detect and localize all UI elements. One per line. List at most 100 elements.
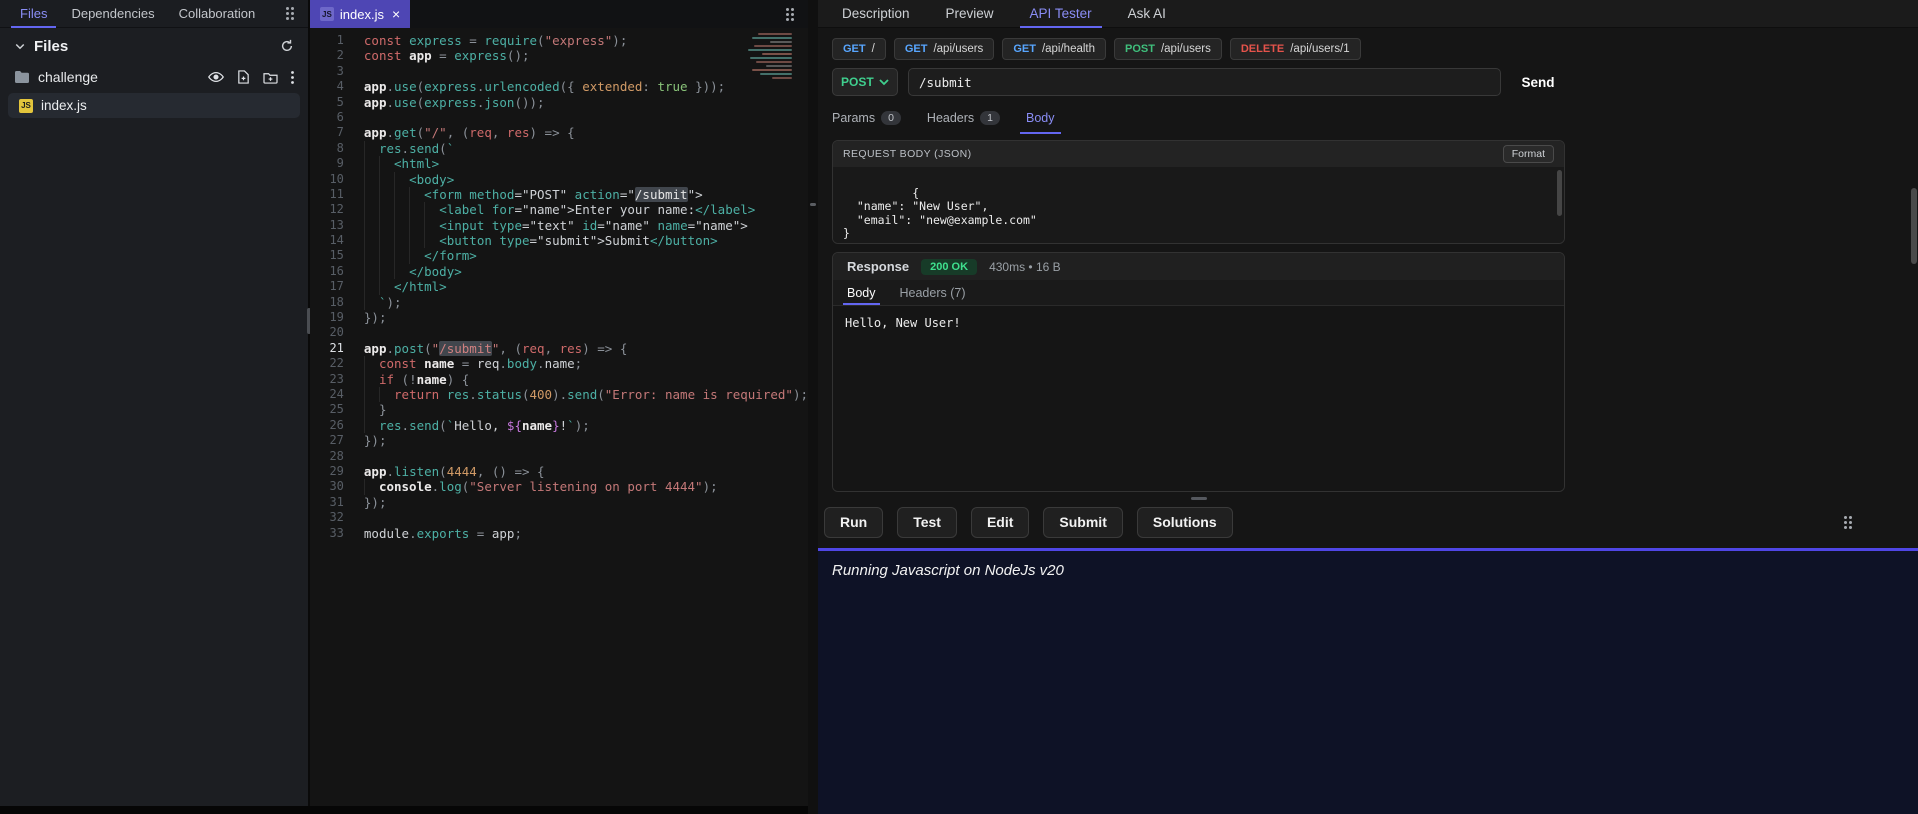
request-body-panel: REQUEST BODY (JSON) Format { "name": "Ne… (832, 140, 1565, 244)
endpoint-chip-get-[interactable]: GET / (832, 38, 886, 60)
code-line[interactable]: 27}); (310, 433, 808, 448)
request-tab-headers[interactable]: Headers 1 (927, 106, 1001, 130)
code-line[interactable]: 24 return res.status(400).send("Error: na… (310, 386, 808, 403)
minimap[interactable] (744, 33, 792, 79)
code-line[interactable]: 8 res.send(` (310, 140, 808, 157)
send-button[interactable]: Send (1511, 68, 1565, 96)
code-line[interactable]: 3 (310, 64, 808, 79)
request-tab-body[interactable]: Body (1020, 106, 1060, 134)
chevron-down-icon[interactable] (14, 40, 26, 52)
indent-guide (363, 248, 425, 264)
code-line[interactable]: 26 res.send(`Hello, ${name}!`); (310, 417, 808, 434)
code-line[interactable]: 21 app.post("/submit", (req, res) => { (310, 340, 808, 356)
code-line[interactable]: 6 (310, 110, 808, 125)
response-panel: Response 200 OK 430ms • 16 B Body Headers… (832, 252, 1565, 492)
splitter-row (832, 492, 1565, 504)
tab-description[interactable]: Description (842, 0, 910, 28)
code-line[interactable]: 23 if (!name) { (310, 371, 808, 387)
kebab-menu-icon[interactable] (291, 70, 294, 84)
code-line[interactable]: 7 app.get("/", (req, res) => { (310, 125, 808, 140)
eye-icon[interactable] (207, 71, 224, 83)
request-tab-params[interactable]: Params 0 (832, 106, 901, 130)
drag-handle-icon[interactable] (786, 7, 794, 21)
code-line[interactable]: 16 </body> (310, 263, 808, 280)
new-file-icon[interactable] (237, 70, 250, 84)
folder-row-challenge[interactable]: challenge (0, 64, 308, 90)
code-line[interactable]: 15 </form> (310, 248, 808, 264)
file-row-indexjs[interactable]: JS index.js (8, 93, 300, 118)
scrollbar-thumb[interactable] (1911, 188, 1917, 264)
bottom-strip (0, 806, 808, 814)
code-line[interactable]: 17 </html> (310, 279, 808, 295)
code-line[interactable]: 5 app.use(express.json()); (310, 95, 808, 110)
sidebar-tab-files[interactable]: Files (10, 0, 58, 28)
line-number: 22 (329, 356, 344, 371)
code-line[interactable]: 28 (310, 449, 808, 464)
code-line[interactable]: 22 const name = req.body.name; (310, 356, 808, 372)
request-row: POST /submit Send (832, 68, 1565, 96)
code-line[interactable]: 30 console.log("Server listening on port … (310, 479, 808, 495)
code-line[interactable]: 4 app.use(express.urlencoded({ extended: … (310, 79, 808, 94)
endpoint-chip-post-api-users[interactable]: POST/api/users (1114, 38, 1222, 60)
tab-api-tester[interactable]: API Tester (1019, 0, 1102, 28)
format-button[interactable]: Format (1502, 145, 1554, 163)
splitter-drag-handle[interactable] (1190, 496, 1207, 500)
endpoint-chip-get-api-health[interactable]: GET/api/health (1002, 38, 1107, 60)
line-content (344, 449, 364, 464)
indent-guide (363, 279, 395, 295)
refresh-icon[interactable] (280, 39, 294, 53)
solutions-button[interactable]: Solutions (1136, 506, 1233, 538)
sidebar-tab-collaboration[interactable]: Collaboration (179, 0, 256, 28)
editor-tab-indexjs[interactable]: JS index.js × (309, 0, 411, 28)
status-badge: 200 OK (921, 258, 978, 275)
panel-resize-handle[interactable] (810, 203, 816, 206)
editor-tab-label: index.js (339, 6, 384, 22)
url-input[interactable]: /submit (908, 68, 1501, 96)
request-body-editor[interactable]: { "name": "New User", "email": "new@exam… (833, 167, 1564, 243)
code-line[interactable]: 10 <body> (310, 171, 808, 187)
code-line[interactable]: 14 <button type="submit">Submit</button> (310, 233, 808, 249)
endpoint-chip-delete-api-users-1[interactable]: DELETE/api/users/1 (1229, 38, 1361, 60)
edit-button[interactable]: Edit (970, 506, 1030, 538)
line-content: }); (363, 494, 387, 510)
scrollbar-thumb[interactable] (1557, 170, 1562, 216)
line-content: </body> (344, 263, 462, 280)
code-line[interactable]: 31}); (310, 495, 808, 510)
endpoint-chip-get-api-users[interactable]: GET/api/users (893, 38, 995, 60)
run-button[interactable]: Run (824, 506, 884, 538)
method-select[interactable]: POST (832, 68, 898, 96)
code-line[interactable]: 33 module.exports = app; (310, 526, 808, 541)
close-tab-icon[interactable]: × (392, 7, 400, 21)
code-line[interactable]: 18 `); (310, 294, 808, 311)
endpoint-path: / (871, 43, 875, 55)
response-tab-body[interactable]: Body (843, 280, 879, 305)
code-line[interactable]: 2 const app = express(); (310, 48, 808, 63)
line-content: const app = express(); (363, 48, 530, 64)
tab-preview[interactable]: Preview (946, 0, 994, 28)
submit-button[interactable]: Submit (1043, 506, 1123, 538)
new-folder-icon[interactable] (263, 71, 278, 84)
code-line[interactable]: 25} (310, 402, 808, 418)
code-line[interactable]: 12 <label for="name">Enter your name:</la… (310, 202, 808, 218)
response-body: Hello, New User! (833, 306, 1564, 491)
drag-handle-icon[interactable] (285, 7, 294, 20)
code-line[interactable]: 13 <input type="text" id="name" name="nam… (310, 217, 808, 234)
chevron-down-icon (879, 78, 889, 85)
line-number: 13 (329, 217, 344, 232)
indent-guide (363, 417, 379, 434)
file-name: index.js (41, 98, 87, 113)
code-line[interactable]: 1 const express = require("express"); (310, 33, 808, 48)
sidebar-tab-dependencies[interactable]: Dependencies (71, 0, 154, 28)
line-content: </form> (344, 248, 477, 264)
code-line[interactable]: 20 (310, 325, 808, 340)
code-line[interactable]: 19}); (310, 310, 808, 325)
response-tab-headers-7-[interactable]: Headers (7) (900, 280, 966, 305)
drag-handle-icon[interactable] (1844, 515, 1852, 529)
code-line[interactable]: 11 <form method="POST" action="/submit"> (310, 186, 808, 203)
code-line[interactable]: 32 (310, 510, 808, 525)
tab-ask-ai[interactable]: Ask AI (1128, 0, 1166, 28)
code-line[interactable]: 9 <html> (310, 156, 808, 172)
code-area[interactable]: 1 const express = require("express"); 2 con… (310, 28, 808, 806)
test-button[interactable]: Test (897, 506, 957, 538)
code-line[interactable]: 29 app.listen(4444, () => { (310, 464, 808, 479)
